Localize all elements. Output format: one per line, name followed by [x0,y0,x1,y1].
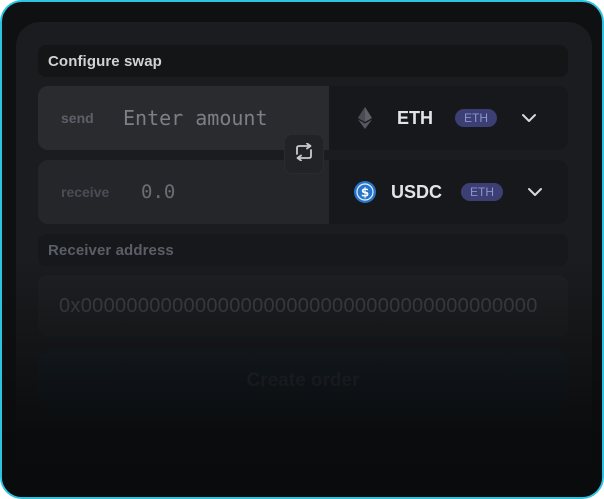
receiver-address-header: Receiver address [38,234,568,266]
send-label: send [61,110,94,126]
svg-text:$: $ [361,186,369,200]
configure-swap-header: Configure swap [38,45,568,77]
send-token-symbol: ETH [397,107,433,128]
receive-chain-badge: ETH [461,183,503,201]
send-amount-input[interactable] [123,106,303,130]
receive-amount-value: 0.0 [141,181,176,203]
swap-card: Configure swap send ETH ETH [16,22,592,497]
receive-label: receive [61,184,110,200]
chevron-down-icon[interactable] [519,108,539,128]
swap-direction-button[interactable] [284,134,324,174]
chevron-down-icon[interactable] [525,182,545,202]
send-token-selector[interactable]: ETH ETH [329,86,568,150]
usdc-icon: $ [353,180,377,204]
app-frame: Configure swap send ETH ETH [0,0,604,499]
send-chain-badge: ETH [455,109,497,127]
receive-token-selector[interactable]: $ USDC ETH [329,160,568,224]
create-order-button[interactable]: Create order [38,350,568,412]
receiver-address-input[interactable] [38,275,568,337]
ethereum-icon [353,106,377,130]
receive-token-symbol: USDC [391,181,443,202]
swap-arrows-icon [293,142,315,166]
